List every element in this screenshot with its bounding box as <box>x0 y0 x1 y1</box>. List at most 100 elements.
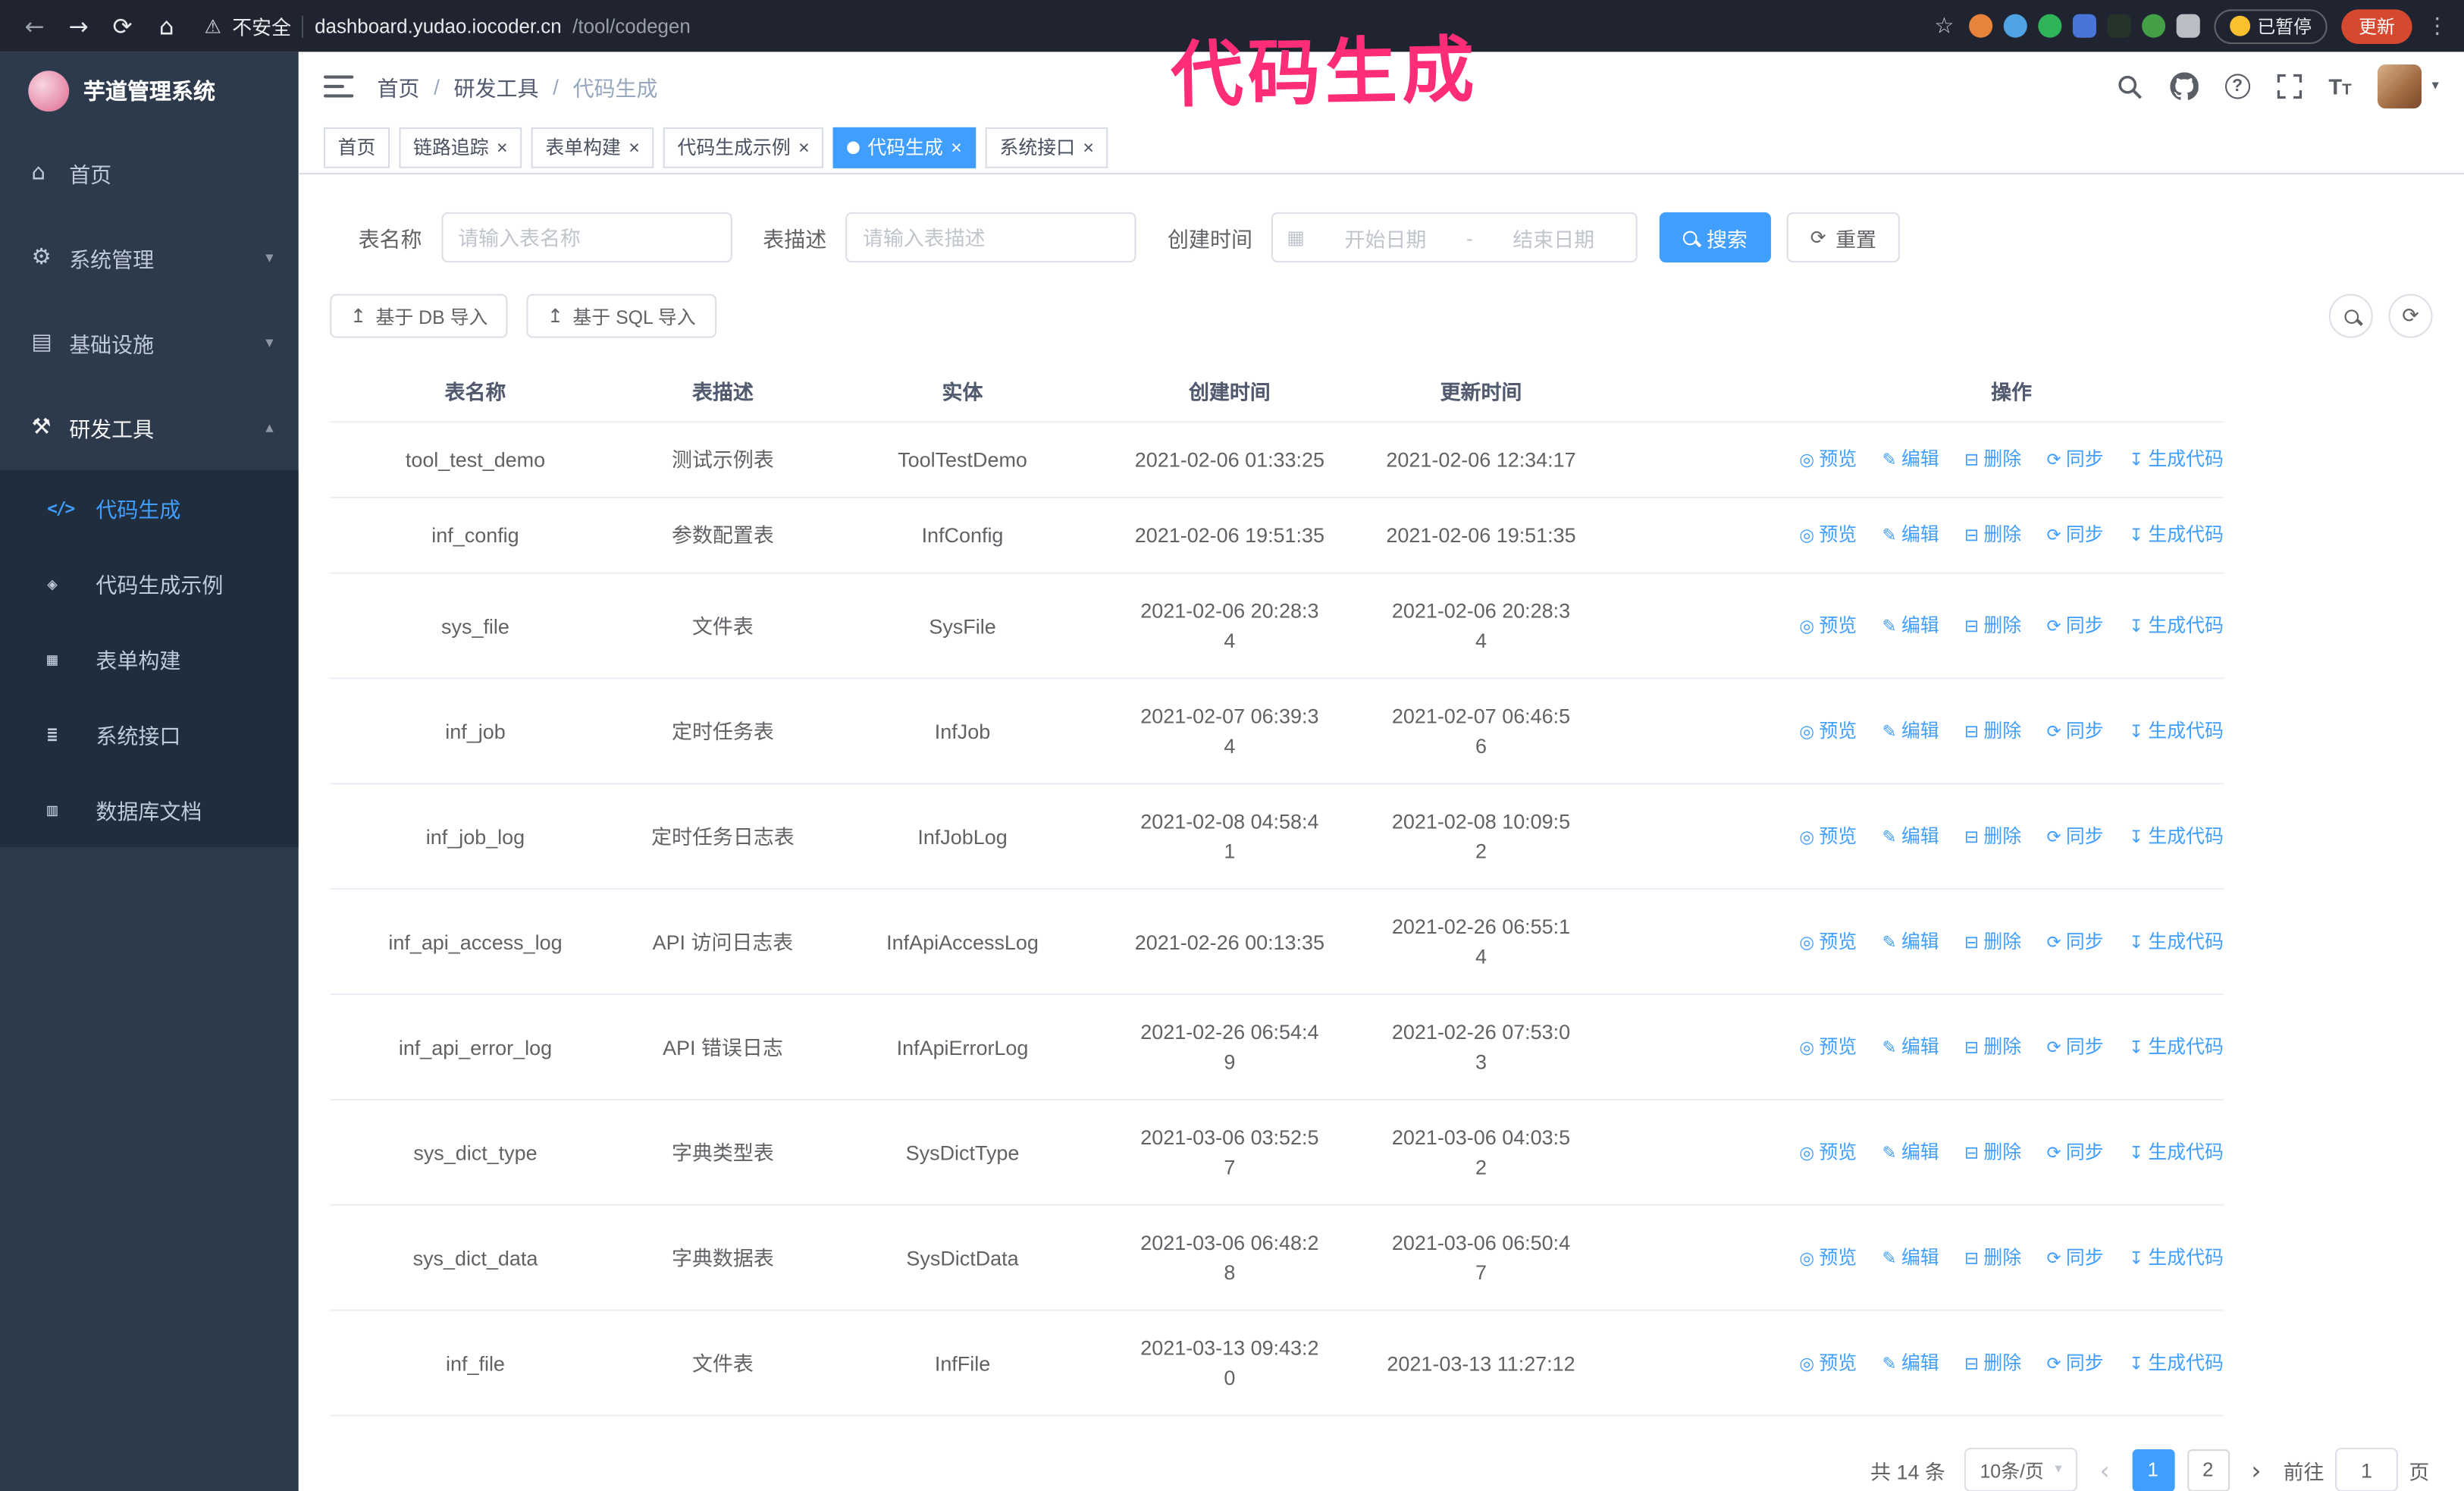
sidebar-menu-item[interactable]: ⚒ 研发工具 ▴ <box>0 385 299 470</box>
sidebar-submenu-item[interactable]: ◈ 代码生成示例 <box>0 545 299 620</box>
font-size-icon[interactable]: TT <box>2328 74 2351 99</box>
action-link[interactable]: ⊟ 删除 <box>1964 1348 2021 1377</box>
close-icon[interactable]: × <box>798 137 810 156</box>
breadcrumb-item[interactable]: 首页 <box>377 71 419 102</box>
action-link[interactable]: ⟳ 同步 <box>2047 445 2104 475</box>
action-link[interactable]: ✎ 编辑 <box>1882 611 1939 640</box>
action-link[interactable]: ◎ 预览 <box>1799 445 1857 475</box>
action-link[interactable]: ◎ 预览 <box>1799 821 1857 851</box>
page-size-select[interactable]: 10条/页 ▾ <box>1964 1447 2078 1491</box>
address-bar[interactable]: ⚠ 不安全 dashboard.yudao.iocoder.cn/tool/co… <box>204 11 1928 41</box>
action-link[interactable]: ◎ 预览 <box>1799 520 1857 550</box>
action-link[interactable]: ✎ 编辑 <box>1882 1032 1939 1062</box>
page-button[interactable]: 2 <box>2187 1448 2230 1491</box>
action-link[interactable]: ⟳ 同步 <box>2047 611 2104 640</box>
extension-icon[interactable] <box>1968 14 1992 38</box>
action-link[interactable]: ⊟ 删除 <box>1964 1032 2021 1062</box>
sidebar-menu-item[interactable]: ⌂ 首页 <box>0 130 299 215</box>
reload-icon[interactable]: ⟳ <box>104 7 142 45</box>
close-icon[interactable]: × <box>951 137 962 156</box>
action-link[interactable]: ◎ 预览 <box>1799 1242 1857 1272</box>
action-link[interactable]: ✎ 编辑 <box>1882 1138 1939 1167</box>
user-menu[interactable]: ▾ <box>2378 64 2439 109</box>
next-page-button[interactable]: › <box>2248 1455 2265 1484</box>
action-link[interactable]: ◎ 预览 <box>1799 1138 1857 1167</box>
action-link[interactable]: ◎ 预览 <box>1799 716 1857 746</box>
action-link[interactable]: ◎ 预览 <box>1799 1032 1857 1062</box>
goto-page-input[interactable] <box>2334 1447 2398 1491</box>
fullscreen-icon[interactable] <box>2277 74 2302 99</box>
action-link[interactable]: ◎ 预览 <box>1799 611 1857 640</box>
close-icon[interactable]: × <box>629 137 640 156</box>
forward-icon[interactable]: → <box>60 7 98 45</box>
reset-button[interactable]: ⟳ 重置 <box>1786 212 1901 263</box>
action-link[interactable]: ✎ 编辑 <box>1882 821 1939 851</box>
extension-icon[interactable] <box>2071 14 2096 38</box>
action-link[interactable]: ⊟ 删除 <box>1964 1138 2021 1167</box>
search-button[interactable]: 搜索 <box>1659 212 1771 263</box>
sidebar-menu-item[interactable]: ▤ 基础设施 ▾ <box>0 300 299 385</box>
tags-view-tag[interactable]: 链路追踪 × <box>399 126 522 168</box>
action-link[interactable]: ⊟ 删除 <box>1964 445 2021 475</box>
browser-home-icon[interactable]: ⌂ <box>148 7 186 45</box>
action-link[interactable]: ↧ 生成代码 <box>2129 1138 2224 1167</box>
github-icon[interactable] <box>2170 72 2199 100</box>
extension-icon[interactable] <box>2106 14 2130 38</box>
close-icon[interactable]: × <box>1083 137 1094 156</box>
action-link[interactable]: ⟳ 同步 <box>2047 1348 2104 1377</box>
tags-view-tag[interactable]: 系统接口 × <box>985 126 1108 168</box>
sidebar-submenu-item[interactable]: ▦ 表单构建 <box>0 621 299 696</box>
action-link[interactable]: ⊟ 删除 <box>1964 927 2021 956</box>
date-range-picker[interactable]: ▦ 开始日期 - 结束日期 <box>1271 212 1638 263</box>
search-icon[interactable] <box>2117 73 2143 99</box>
sidebar-menu-item[interactable]: ⚙ 系统管理 ▾ <box>0 215 299 300</box>
action-link[interactable]: ⊟ 删除 <box>1964 611 2021 640</box>
extension-icon[interactable] <box>2141 14 2165 38</box>
action-link[interactable]: ↧ 生成代码 <box>2129 927 2224 956</box>
action-link[interactable]: ⊟ 删除 <box>1964 821 2021 851</box>
close-icon[interactable]: × <box>497 137 508 156</box>
bookmark-star-icon[interactable]: ☆ <box>1934 14 1954 39</box>
action-link[interactable]: ⟳ 同步 <box>2047 1138 2104 1167</box>
hamburger-menu-icon[interactable] <box>323 75 354 98</box>
action-link[interactable]: ↧ 生成代码 <box>2129 1348 2224 1377</box>
table-desc-input[interactable] <box>845 212 1136 263</box>
toggle-search-button[interactable] <box>2328 293 2373 338</box>
action-link[interactable]: ◎ 预览 <box>1799 927 1857 956</box>
action-link[interactable]: ✎ 编辑 <box>1882 927 1939 956</box>
refresh-table-button[interactable]: ⟳ <box>2388 293 2433 338</box>
action-link[interactable]: ✎ 编辑 <box>1882 520 1939 550</box>
action-link[interactable]: ↧ 生成代码 <box>2129 821 2224 851</box>
action-link[interactable]: ✎ 编辑 <box>1882 716 1939 746</box>
extension-icon[interactable] <box>2037 14 2061 38</box>
table-name-input[interactable] <box>440 212 732 263</box>
import-sql-button[interactable]: ↥ 基于 SQL 导入 <box>527 293 716 338</box>
action-link[interactable]: ✎ 编辑 <box>1882 445 1939 475</box>
action-link[interactable]: ⟳ 同步 <box>2047 520 2104 550</box>
breadcrumb-item[interactable]: 研发工具 <box>454 71 539 102</box>
action-link[interactable]: ⟳ 同步 <box>2047 821 2104 851</box>
action-link[interactable]: ↧ 生成代码 <box>2129 1242 2224 1272</box>
browser-menu-icon[interactable]: ⋮ <box>2426 14 2448 39</box>
prev-page-button[interactable]: ‹ <box>2096 1455 2113 1484</box>
profile-paused-badge[interactable]: 已暂停 <box>2213 8 2328 43</box>
extension-icon[interactable] <box>2175 14 2199 38</box>
action-link[interactable]: ⟳ 同步 <box>2047 1032 2104 1062</box>
action-link[interactable]: ↧ 生成代码 <box>2129 520 2224 550</box>
action-link[interactable]: ⊟ 删除 <box>1964 1242 2021 1272</box>
app-logo[interactable]: 芋道管理系统 <box>0 52 299 130</box>
action-link[interactable]: ✎ 编辑 <box>1882 1348 1939 1377</box>
tags-view-tag[interactable]: 代码生成示例 × <box>663 126 824 168</box>
action-link[interactable]: ⊟ 删除 <box>1964 520 2021 550</box>
page-button[interactable]: 1 <box>2131 1448 2174 1491</box>
tags-view-tag[interactable]: 表单构建 × <box>531 126 654 168</box>
action-link[interactable]: ✎ 编辑 <box>1882 1242 1939 1272</box>
action-link[interactable]: ↧ 生成代码 <box>2129 611 2224 640</box>
help-icon[interactable]: ? <box>2224 74 2250 99</box>
action-link[interactable]: ⟳ 同步 <box>2047 716 2104 746</box>
action-link[interactable]: ⟳ 同步 <box>2047 927 2104 956</box>
back-icon[interactable]: ← <box>16 7 54 45</box>
action-link[interactable]: ◎ 预览 <box>1799 1348 1857 1377</box>
action-link[interactable]: ↧ 生成代码 <box>2129 445 2224 475</box>
sidebar-submenu-item[interactable]: ≣ 系统接口 <box>0 696 299 771</box>
